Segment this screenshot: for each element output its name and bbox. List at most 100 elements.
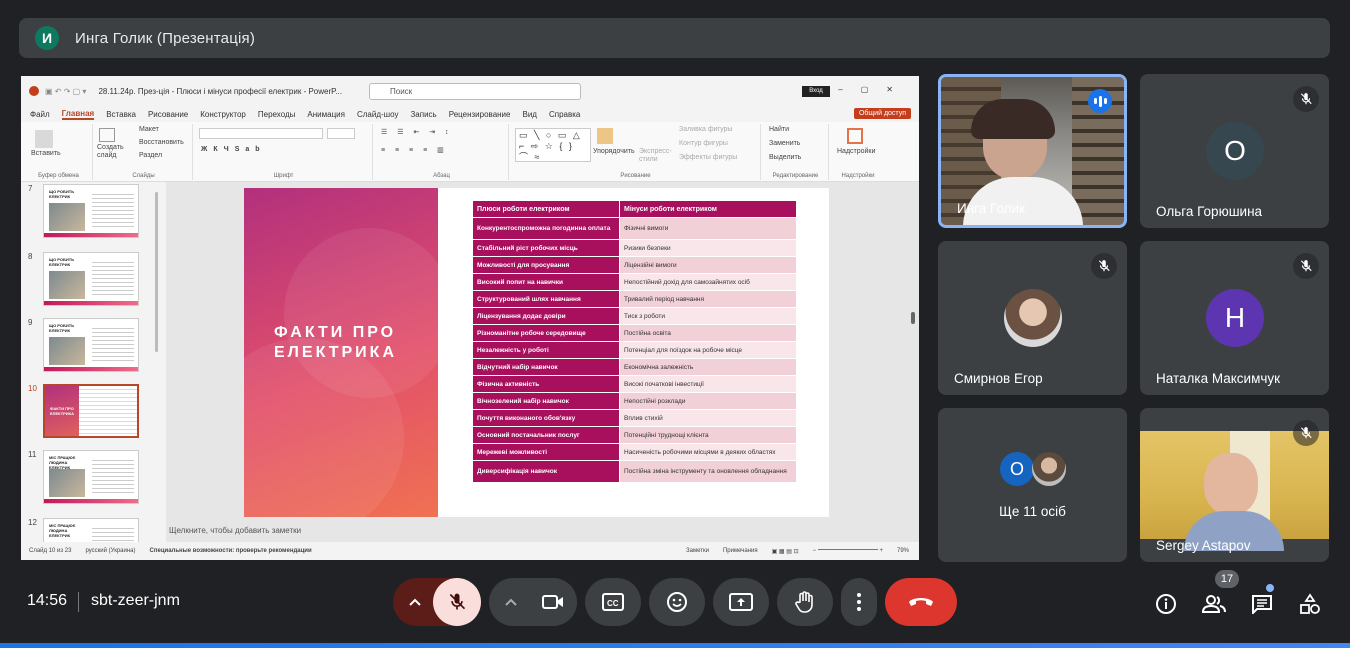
end-call-icon: [909, 598, 933, 606]
tab-view[interactable]: Вид: [522, 110, 536, 119]
window-controls[interactable]: –▢✕: [838, 85, 911, 94]
mic-off-button[interactable]: [433, 578, 481, 626]
meeting-info-button[interactable]: [1150, 588, 1182, 620]
replace-button[interactable]: Заменить: [769, 140, 800, 147]
participant-photo: [1004, 289, 1062, 347]
participant-tile[interactable]: Смирнов Егор: [938, 241, 1127, 395]
shape-effects-button[interactable]: Эффекты фигуры: [679, 154, 737, 161]
list-icons[interactable]: ☰ ☰ ⇤ ⇥ ↕: [381, 128, 453, 136]
shape-fill-button[interactable]: Заливка фигуры: [679, 126, 732, 133]
tab-design[interactable]: Конструктор: [200, 110, 246, 119]
participant-tile[interactable]: Н Наталка Максимчук: [1140, 241, 1329, 395]
raise-hand-button[interactable]: [777, 578, 833, 626]
participant-tile[interactable]: Sergey Astapov: [1140, 408, 1329, 562]
font-size-field[interactable]: [327, 128, 355, 139]
activities-button[interactable]: [1294, 588, 1326, 620]
share-button[interactable]: Общий доступ: [853, 108, 911, 119]
arrange-icon[interactable]: [597, 128, 613, 144]
thumbnail-slide-10[interactable]: ФАКТИ ПРО ЕЛЕКТРИКА: [43, 384, 139, 438]
present-button[interactable]: [713, 578, 769, 626]
comments-button[interactable]: Примечания: [723, 548, 758, 555]
thumb-image: [49, 203, 85, 231]
paste-button[interactable]: Вставить: [31, 150, 61, 157]
tab-insert[interactable]: Вставка: [106, 110, 136, 119]
more-options-button[interactable]: [841, 578, 877, 626]
quick-styles-button[interactable]: Экспресс-стили: [639, 148, 672, 164]
more-participants-tile[interactable]: О Ще 11 осіб: [938, 408, 1127, 562]
thumbnail-slide-9[interactable]: ЩО РОБИТЬ ЕЛЕКТРИК: [43, 318, 139, 372]
tab-review[interactable]: Рецензирование: [449, 110, 511, 119]
captions-button[interactable]: CC: [585, 578, 641, 626]
slide-canvas: ФАКТИ ПРО ЕЛЕКТРИКА Плюси роботи електри…: [169, 182, 915, 522]
thumb-number: 7: [28, 184, 33, 193]
addins-icon[interactable]: [847, 128, 863, 144]
paragraph-group: ☰ ☰ ⇤ ⇥ ↕ ≡ ≡ ≡ ≡ ▥ Абзац: [375, 124, 509, 180]
tab-animations[interactable]: Анимация: [307, 110, 345, 119]
find-button[interactable]: Найти: [769, 126, 789, 133]
tab-home[interactable]: Главная: [61, 109, 95, 120]
mic-options-chevron-icon[interactable]: [393, 578, 437, 626]
editing-group: Найти Заменить Выделить Редактирование: [763, 124, 829, 180]
people-button[interactable]: [1198, 588, 1230, 620]
participant-tile[interactable]: Инга Голик: [938, 74, 1127, 228]
shapes-icons[interactable]: ▭ ╲ ○ ▭ △ ⌐ ⇨ ☆ { } ⌒ ≈: [519, 130, 589, 163]
tab-record[interactable]: Запись: [410, 110, 436, 119]
layout-button[interactable]: Макет: [139, 126, 159, 133]
language-status[interactable]: русский (Украина): [85, 548, 135, 554]
hand-icon: [795, 591, 813, 613]
tab-transitions[interactable]: Переходы: [258, 110, 296, 119]
thumbnails-scrollbar[interactable]: [155, 192, 158, 352]
meeting-clock: 14:56: [27, 592, 68, 609]
pro-cell: Структурований шлях навчання: [472, 290, 620, 308]
notes-placeholder[interactable]: Щелкните, чтобы добавить заметки: [169, 526, 301, 535]
thumbnail-slide-8[interactable]: ЩО РОБИТЬ ЕЛЕКТРИК: [43, 252, 139, 306]
present-icon: [729, 593, 753, 611]
align-icons[interactable]: ≡ ≡ ≡ ≡ ▥: [381, 146, 448, 154]
powerpoint-titlebar: ▣ ↶ ↷ ▢ ▾ 28.11.24р. През-ція - Плюси і …: [21, 76, 919, 106]
tab-draw[interactable]: Рисование: [148, 110, 188, 119]
arrange-button[interactable]: Упорядочить: [593, 148, 635, 155]
participant-name: Смирнов Егор: [954, 371, 1043, 386]
leave-call-button[interactable]: [885, 578, 957, 626]
con-cell: Непостійний дохід для самозайнятих осіб: [619, 273, 797, 291]
meeting-title: Инга Голик (Презентація): [75, 29, 256, 47]
table-row: Конкурентоспроможна погодинна оплата Фізи…: [472, 217, 797, 240]
thumbnail-slide-7[interactable]: ЩО РОБИТЬ ЕЛЕКТРИК: [43, 184, 139, 238]
camera-button[interactable]: [529, 578, 577, 626]
tab-help[interactable]: Справка: [549, 110, 580, 119]
accessibility-status[interactable]: Специальные возможности: проверьте реком…: [150, 548, 312, 554]
tab-file[interactable]: Файл: [30, 110, 50, 119]
reset-button[interactable]: Восстановить: [139, 139, 184, 146]
signin-button[interactable]: Вход: [802, 86, 830, 97]
addins-button[interactable]: Надстройки: [837, 148, 875, 155]
view-icons[interactable]: ▣ ▦ ▤ ⊡: [772, 548, 799, 555]
paste-icon[interactable]: [35, 130, 53, 148]
font-name-field[interactable]: [199, 128, 323, 139]
section-button[interactable]: Раздел: [139, 152, 162, 159]
participant-photo: [1032, 452, 1066, 486]
status-right: Заметки Примечания ▣ ▦ ▤ ⊡ − + 79%: [686, 548, 919, 555]
con-cell: Тривалий період навчання: [619, 290, 797, 308]
new-slide-button[interactable]: Создать слайд: [97, 144, 127, 160]
shape-outline-button[interactable]: Контур фигуры: [679, 140, 728, 147]
con-cell: Потенційні труднощі клієнта: [619, 426, 797, 444]
slide-scrollbar[interactable]: [911, 312, 915, 324]
zoom-slider[interactable]: − +: [813, 548, 883, 555]
camera-options-chevron-icon[interactable]: [489, 578, 533, 626]
status-bar: Слайд 10 из 23 русский (Украина) Специал…: [21, 542, 919, 560]
select-button[interactable]: Выделить: [769, 154, 801, 161]
zoom-level[interactable]: 79%: [897, 548, 909, 555]
pro-cell: Фізична активність: [472, 375, 620, 393]
notes-button[interactable]: Заметки: [686, 548, 709, 555]
participant-tile[interactable]: О Ольга Горюшина: [1140, 74, 1329, 228]
thumbnail-slide-11[interactable]: МІС ПРАЦЮЄ ЛЮДИНА ЕЛЕКТРИК: [43, 450, 139, 504]
search-input[interactable]: Поиск: [369, 83, 581, 100]
emoji-button[interactable]: [649, 578, 705, 626]
chat-button[interactable]: [1246, 588, 1278, 620]
meeting-code: sbt-zeer-jnm: [91, 592, 180, 609]
tab-slideshow[interactable]: Слайд-шоу: [357, 110, 398, 119]
thumb-title: МІС ПРАЦЮЄ ЛЮДИНА ЕЛЕКТРИК: [49, 523, 76, 538]
new-slide-icon[interactable]: [99, 128, 115, 142]
current-slide[interactable]: ФАКТИ ПРО ЕЛЕКТРИКА Плюси роботи електри…: [244, 188, 829, 517]
font-format-icons[interactable]: ЖКЧSab: [201, 146, 266, 153]
